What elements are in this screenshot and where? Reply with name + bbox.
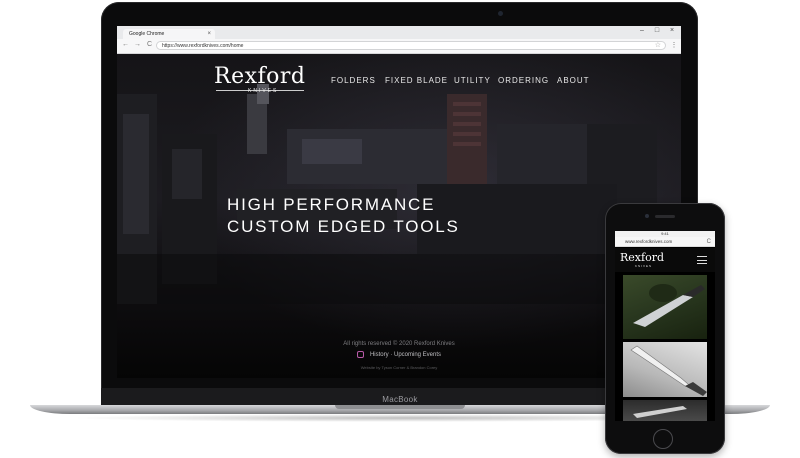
laptop-base-notch	[335, 405, 465, 409]
forward-arrow-icon[interactable]: →	[133, 41, 142, 48]
window-close-button[interactable]: ×	[667, 27, 677, 34]
browser-menu-icon[interactable]: ⋮	[670, 41, 678, 49]
browser-window-title: Google Chrome	[129, 31, 165, 37]
knife-photo-3[interactable]	[623, 400, 707, 421]
phone-screen: 9:41 www.rexfordknives.com C Rexford KNI…	[615, 231, 715, 421]
address-bar[interactable]: https://www.rexfordknives.com/home ☆	[156, 41, 666, 50]
browser-title-bar: Google Chrome × – □ ×	[117, 26, 681, 39]
phone-device: 9:41 www.rexfordknives.com C Rexford KNI…	[605, 203, 725, 454]
footer-separator: ·	[390, 352, 393, 359]
browser-toolbar: ← → C https://www.rexfordknives.com/home…	[117, 39, 681, 54]
phone-site-header: Rexford KNIVES	[615, 248, 715, 272]
back-arrow-icon[interactable]: ←	[121, 41, 130, 48]
reload-icon[interactable]: C	[145, 41, 154, 48]
phone-reload-icon[interactable]: C	[707, 237, 711, 247]
logo-subtitle: KNIVES	[248, 88, 279, 94]
workshop-background-image	[117, 84, 681, 304]
knife-photo-2[interactable]	[623, 342, 707, 397]
footer-credit: Website by Tyson Corner & Brandon Corey	[360, 365, 438, 370]
window-minimize-button[interactable]: –	[637, 27, 647, 34]
laptop-camera	[498, 11, 503, 16]
website-viewport: Rexford KNIVES FOLDERS FIXED BLADE UTILI…	[117, 54, 681, 378]
logo-wordmark: Rexford	[214, 64, 306, 89]
phone-address-bar[interactable]: www.rexfordknives.com C	[615, 237, 715, 247]
window-maximize-button[interactable]: □	[652, 27, 662, 34]
instagram-icon[interactable]	[356, 351, 364, 358]
tab-close-icon[interactable]: ×	[207, 29, 211, 39]
phone-logo-subtitle: KNIVES	[635, 264, 653, 268]
laptop-screen: Google Chrome × – □ × ← → C https://www.…	[117, 26, 681, 378]
nav-utility[interactable]: UTILITY	[454, 76, 491, 85]
hamburger-icon[interactable]	[697, 256, 707, 264]
phone-logo-wordmark[interactable]: Rexford	[620, 252, 664, 264]
footer-link-history[interactable]: History	[370, 352, 389, 358]
phone-address-url: www.rexfordknives.com	[625, 239, 673, 244]
site-logo[interactable]: Rexford KNIVES	[214, 65, 306, 95]
nav-ordering[interactable]: ORDERING	[498, 76, 549, 85]
phone-status-time: 9:41	[661, 231, 669, 236]
footer-links: History · Upcoming Events	[117, 351, 681, 358]
browser-tab[interactable]: Google Chrome ×	[123, 29, 215, 39]
phone-speaker	[655, 215, 675, 218]
knife-photo-1[interactable]	[623, 275, 707, 339]
nav-about[interactable]: ABOUT	[557, 76, 590, 85]
nav-folders[interactable]: FOLDERS	[331, 76, 376, 85]
hero-heading-line-1: HIGH PERFORMANCE	[227, 195, 436, 214]
hero-heading-line-2: CUSTOM EDGED TOOLS	[227, 217, 460, 236]
phone-camera	[645, 214, 649, 218]
footer-copyright: All rights reserved © 2020 Rexford Knive…	[343, 341, 455, 347]
phone-home-button[interactable]	[653, 429, 673, 449]
address-url: https://www.rexfordknives.com/home	[162, 43, 244, 49]
nav-fixed-blade[interactable]: FIXED BLADE	[385, 76, 448, 85]
bookmark-star-icon[interactable]: ☆	[655, 41, 661, 50]
footer-link-upcoming-events[interactable]: Upcoming Events	[394, 352, 441, 358]
